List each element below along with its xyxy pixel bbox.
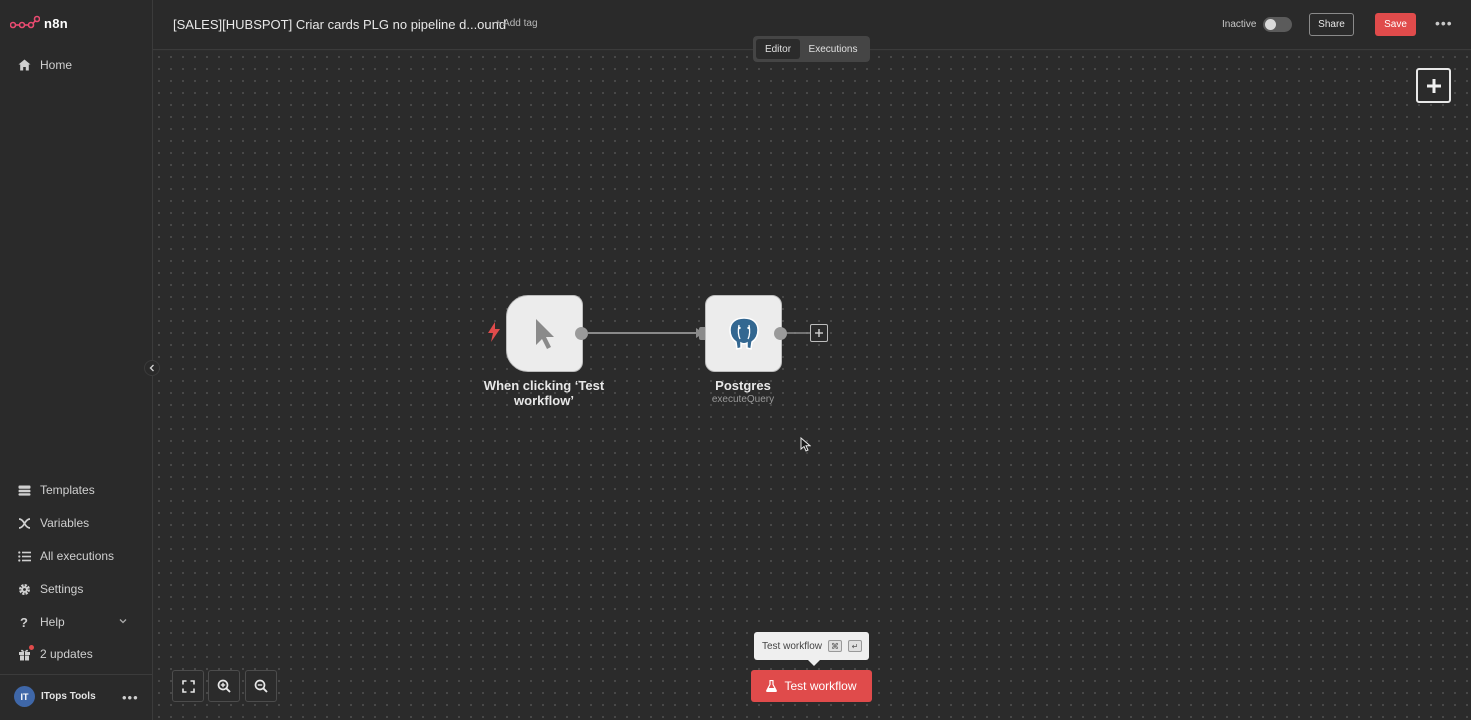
zoom-out-icon (254, 679, 268, 693)
divider (0, 674, 152, 675)
sidebar-item-variables[interactable]: Variables (17, 516, 89, 530)
avatar[interactable]: IT (14, 686, 35, 707)
output-handle[interactable] (575, 327, 588, 340)
n8n-logo[interactable]: n8n (10, 15, 68, 31)
output-handle[interactable] (774, 327, 787, 340)
user-name: ITops Tools (41, 691, 96, 702)
fit-view-icon (181, 679, 195, 693)
variables-icon (17, 516, 31, 530)
zoom-in-button[interactable] (208, 670, 240, 702)
chevron-down-icon[interactable] (118, 616, 128, 626)
test-workflow-button[interactable]: Test workflow (751, 670, 872, 702)
templates-icon (17, 483, 31, 497)
add-tag-button[interactable]: + Add tag (495, 18, 538, 29)
node-manual-trigger[interactable] (506, 295, 583, 372)
sidebar-item-label: Settings (40, 582, 84, 596)
node-label: When clicking ‘Test workflow’ (483, 378, 605, 408)
tab-executions[interactable]: Executions (802, 39, 864, 59)
sidebar: n8n Home Templates Variables All executi… (0, 0, 153, 720)
user-menu-icon[interactable]: ••• (122, 690, 139, 705)
lightning-icon (488, 322, 500, 342)
notification-dot (29, 645, 34, 650)
sidebar-item-templates[interactable]: Templates (17, 483, 95, 497)
node-label: Postgres (715, 378, 771, 393)
question-icon: ? (20, 614, 28, 630)
sidebar-item-label: All executions (40, 549, 115, 563)
sidebar-item-all-executions[interactable]: All executions (17, 549, 114, 563)
postgres-elephant-icon (728, 316, 759, 350)
sidebar-item-help[interactable]: ? Help (17, 614, 65, 630)
sidebar-item-home[interactable]: Home (17, 58, 72, 72)
toggle-knob (1265, 19, 1276, 30)
shortcut-key: ↵ (848, 640, 863, 652)
sidebar-item-label: Help (40, 615, 65, 629)
sidebar-item-label: Variables (40, 516, 90, 530)
home-icon (17, 58, 31, 72)
mouse-cursor-icon (800, 437, 811, 452)
gear-icon (17, 582, 31, 596)
active-toggle[interactable] (1263, 17, 1292, 32)
node-subtitle: executeQuery (711, 394, 775, 405)
sidebar-item-label: Home (40, 58, 73, 72)
workflow-canvas[interactable] (153, 51, 1471, 720)
test-workflow-tooltip: Test workflow ⌘ ↵ (754, 632, 869, 660)
pointer-icon (535, 318, 554, 349)
add-next-node-button[interactable] (810, 324, 828, 342)
test-workflow-label: Test workflow (784, 679, 857, 693)
more-options-icon[interactable]: ••• (1435, 15, 1453, 31)
share-button[interactable]: Share (1309, 13, 1354, 36)
zoom-in-icon (217, 679, 231, 693)
flask-icon (766, 680, 778, 692)
zoom-to-fit-button[interactable] (172, 670, 204, 702)
list-icon (17, 549, 31, 563)
status-label: Inactive (1222, 19, 1257, 30)
collapse-sidebar-button[interactable] (144, 360, 160, 376)
node-postgres[interactable] (705, 295, 782, 372)
shortcut-key: ⌘ (828, 640, 843, 652)
sidebar-item-updates[interactable]: 2 updates (17, 645, 93, 661)
save-button[interactable]: Save (1375, 13, 1416, 36)
editor-tabs: Editor Executions (753, 36, 870, 62)
sidebar-item-label: Templates (40, 483, 95, 497)
add-node-button[interactable] (1416, 68, 1451, 103)
plus-icon (815, 329, 823, 337)
sidebar-item-settings[interactable]: Settings (17, 582, 83, 596)
workflow-title[interactable]: [SALES][HUBSPOT] Criar cards PLG no pipe… (173, 17, 506, 32)
sidebar-item-label: 2 updates (40, 647, 93, 661)
n8n-logo-icon (10, 15, 40, 29)
zoom-out-button[interactable] (245, 670, 277, 702)
plus-icon (1426, 78, 1441, 93)
logo-text: n8n (44, 15, 69, 31)
gift-icon (17, 645, 34, 661)
chevron-left-icon (149, 364, 154, 372)
tooltip-arrow (808, 660, 820, 666)
tab-editor[interactable]: Editor (756, 39, 800, 59)
tooltip-label: Test workflow (762, 640, 823, 652)
